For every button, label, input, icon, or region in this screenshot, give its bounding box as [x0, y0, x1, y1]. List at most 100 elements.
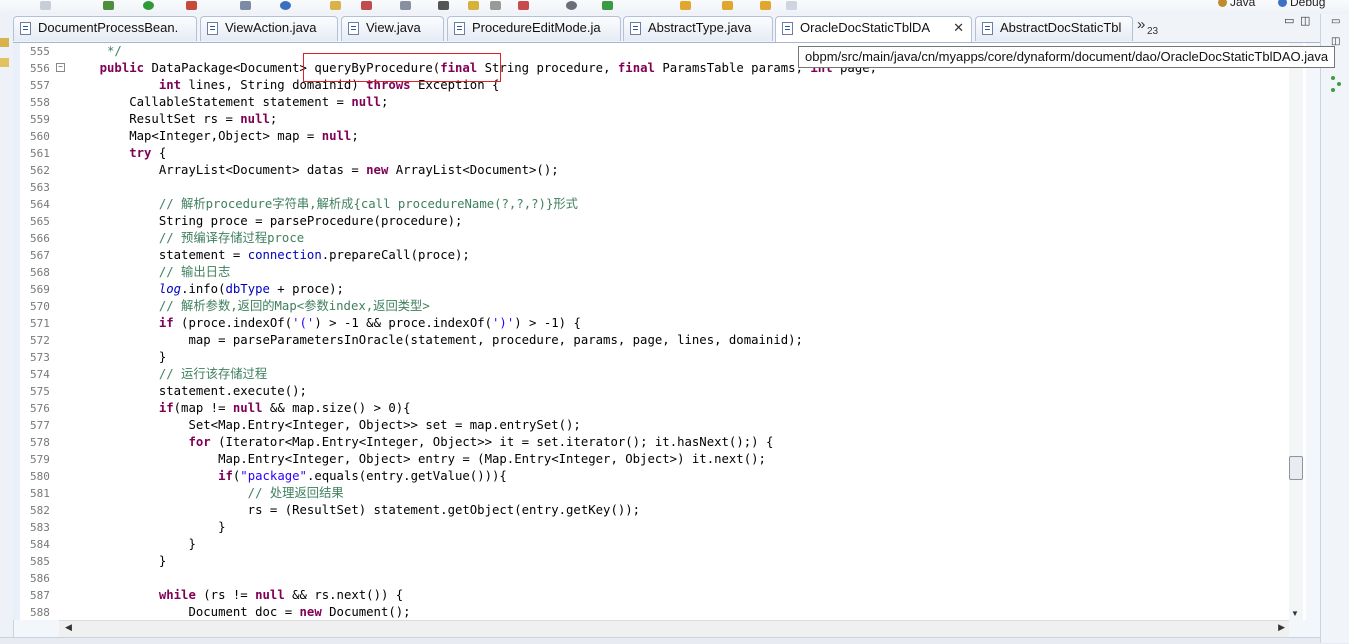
- toolbar-next-annotation-icon[interactable]: [680, 1, 691, 10]
- code-token: .equals(entry.getValue())){: [306, 469, 507, 483]
- code-line[interactable]: log.info(dbType + proce);: [70, 281, 1290, 298]
- scroll-down-arrow-icon[interactable]: ▼: [1291, 609, 1299, 618]
- code-token: new: [299, 605, 322, 619]
- code-token: CallableStatement statement =: [70, 95, 352, 109]
- code-line[interactable]: // 预编译存储过程proce: [70, 230, 1290, 247]
- toolbar-pin-icon[interactable]: [490, 1, 501, 10]
- minimize-view-icon[interactable]: ▭: [1284, 14, 1294, 27]
- tab-oracle-doc-static-tbl-dao[interactable]: OracleDocStaticTblDA ✕: [775, 16, 972, 42]
- toolbar-annotation-icon[interactable]: [400, 1, 411, 10]
- tab-label: ViewAction.java: [225, 20, 317, 35]
- vertical-scroll-thumb[interactable]: [1289, 456, 1303, 480]
- code-token: ) > -1) {: [514, 316, 581, 330]
- maximize-view-icon[interactable]: ◫: [1300, 14, 1310, 27]
- close-tab-icon[interactable]: ✕: [953, 17, 964, 39]
- code-token: while: [158, 588, 196, 602]
- code-line[interactable]: CallableStatement statement = null;: [70, 94, 1290, 111]
- code-token: ;: [351, 129, 359, 143]
- code-line[interactable]: while (rs != null && rs.next()) {: [70, 587, 1290, 604]
- toolbar-forward-icon[interactable]: [760, 1, 771, 10]
- scroll-right-arrow-icon[interactable]: ▶: [1278, 622, 1285, 633]
- tab-label: AbstractType.java: [648, 20, 752, 35]
- code-line[interactable]: // 输出日志: [70, 264, 1290, 281]
- code-line[interactable]: for (Iterator<Map.Entry<Integer, Object>…: [70, 434, 1290, 451]
- code-token: ;: [380, 95, 389, 109]
- toolbar-circle-icon[interactable]: [566, 1, 577, 10]
- fold-collapse-icon[interactable]: −: [56, 63, 65, 72]
- tab-view-action[interactable]: ViewAction.java: [200, 16, 338, 41]
- java-file-icon: [454, 22, 465, 35]
- code-line[interactable]: map = parseParametersInOracle(statement,…: [70, 332, 1290, 349]
- toolbar-launch-icon[interactable]: [602, 1, 613, 10]
- code-line[interactable]: ArrayList<Document> datas = new ArrayLis…: [70, 162, 1290, 179]
- hierarchy-icon[interactable]: [0, 58, 9, 67]
- tab-label: OracleDocStaticTblDA: [800, 20, 931, 35]
- toolbar-back-icon[interactable]: [722, 1, 733, 10]
- code-token: '(': [292, 316, 315, 330]
- code-line[interactable]: if("package".equals(entry.getValue())){: [70, 468, 1290, 485]
- tab-procedure-edit-mode[interactable]: ProcedureEditMode.ja: [447, 16, 621, 41]
- outline-icon[interactable]: [1329, 76, 1345, 94]
- toolbar-mark-icon[interactable]: [518, 1, 529, 10]
- code-text-area[interactable]: */ public DataPackage<Document> queryByP…: [70, 43, 1290, 620]
- java-file-icon: [630, 22, 641, 35]
- perspective-debug[interactable]: Debug: [1278, 0, 1325, 9]
- code-line[interactable]: }: [70, 519, 1290, 536]
- package-explorer-icon[interactable]: [0, 38, 9, 47]
- toolbar-open-type-icon[interactable]: [330, 1, 341, 10]
- highlight-box: [303, 53, 501, 82]
- tab-label: DocumentProcessBean.: [38, 20, 179, 35]
- code-line[interactable]: try {: [70, 145, 1290, 162]
- toolbar-task-icon[interactable]: [361, 1, 372, 10]
- tab-abstract-type[interactable]: AbstractType.java: [623, 16, 773, 41]
- code-line[interactable]: }: [70, 553, 1290, 570]
- vertical-scrollbar[interactable]: ▼: [1289, 43, 1303, 620]
- code-line[interactable]: Map.Entry<Integer, Object> entry = (Map.…: [70, 451, 1290, 468]
- code-token: (rs !=: [195, 588, 256, 602]
- code-token: if: [218, 469, 233, 483]
- code-line[interactable]: // 解析procedure字符串,解析成{call procedureName…: [70, 196, 1290, 213]
- toolbar-refresh-icon[interactable]: [280, 1, 291, 10]
- code-line[interactable]: if(map != null && map.size() > 0){: [70, 400, 1290, 417]
- code-token: }: [70, 537, 196, 551]
- code-editor[interactable]: 555 556 557 558 559 560 561 562 563 564 565 566 567 5…: [13, 43, 1306, 620]
- toolbar-run-icon[interactable]: [143, 1, 154, 10]
- code-line[interactable]: if (proce.indexOf('(') > -1 && proce.ind…: [70, 315, 1290, 332]
- tab-abstract-doc-static-tbl[interactable]: AbstractDocStaticTbl: [975, 16, 1133, 41]
- code-line[interactable]: }: [70, 349, 1290, 366]
- code-token: // 解析procedure字符串,解析成{call procedureName…: [70, 197, 578, 211]
- horizontal-scrollbar[interactable]: ◀ ▶: [59, 620, 1289, 637]
- scroll-left-arrow-icon[interactable]: ◀: [65, 622, 72, 633]
- code-line[interactable]: [70, 179, 1290, 196]
- toolbar-new-class-icon[interactable]: [186, 1, 197, 10]
- code-line[interactable]: Set<Map.Entry<Integer, Object>> set = ma…: [70, 417, 1290, 434]
- code-line[interactable]: // 处理返回结果: [70, 485, 1290, 502]
- code-line[interactable]: statement.execute();: [70, 383, 1290, 400]
- code-line[interactable]: [70, 570, 1290, 587]
- code-line[interactable]: statement = connection.prepareCall(proce…: [70, 247, 1290, 264]
- perspective-java[interactable]: Java: [1218, 0, 1255, 9]
- code-line[interactable]: // 解析参数,返回的Map<参数index,返回类型>: [70, 298, 1290, 315]
- tab-overflow-chevron-icon[interactable]: »: [1137, 16, 1145, 33]
- code-line[interactable]: rs = (ResultSet) statement.getObject(ent…: [70, 502, 1290, 519]
- code-line[interactable]: }: [70, 536, 1290, 553]
- code-line[interactable]: String proce = parseProcedure(procedure)…: [70, 213, 1290, 230]
- code-line[interactable]: // 运行该存储过程: [70, 366, 1290, 383]
- code-token: null: [321, 129, 352, 143]
- toolbar-debug-icon[interactable]: [103, 1, 114, 10]
- tab-document-process-bean[interactable]: DocumentProcessBean.: [13, 16, 197, 41]
- toolbar-step-icon[interactable]: [438, 1, 449, 10]
- tab-view[interactable]: View.java: [341, 16, 444, 41]
- right-minimize-icon[interactable]: ▭: [1331, 16, 1340, 27]
- toolbar-nav-icon[interactable]: [786, 1, 797, 10]
- toolbar-save-icon[interactable]: [40, 1, 51, 10]
- code-line[interactable]: int lines, String domainid) throws Excep…: [70, 77, 1290, 94]
- code-line[interactable]: ResultSet rs = null;: [70, 111, 1290, 128]
- code-line[interactable]: Map<Integer,Object> map = null;: [70, 128, 1290, 145]
- perspective-java-label: Java: [1230, 0, 1256, 9]
- code-line[interactable]: Document doc = new Document();: [70, 604, 1290, 620]
- toolbar-edit-icon[interactable]: [468, 1, 479, 10]
- toolbar-search-icon[interactable]: [240, 1, 251, 10]
